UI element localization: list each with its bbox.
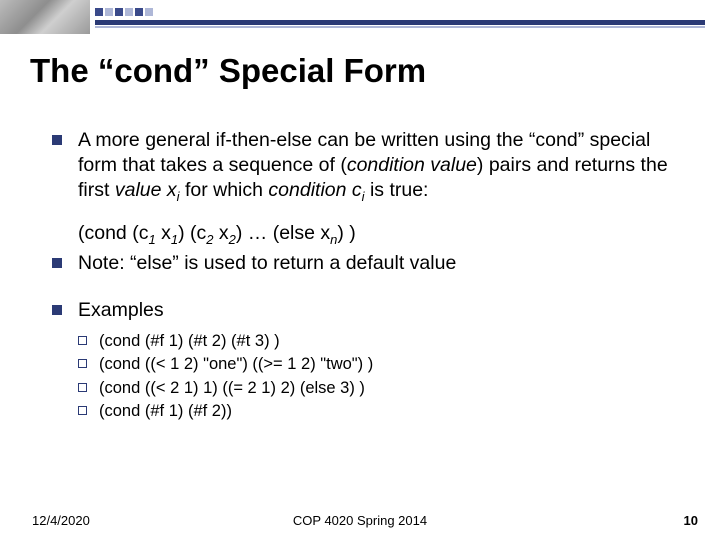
example-text: (cond ((< 1 2) "one") ((>= 1 2) "two") ) [99, 354, 373, 375]
hollow-square-bullet-icon [78, 383, 87, 392]
square-bullet-icon [52, 135, 62, 145]
bullet-text: Examples [78, 298, 164, 323]
square-bullet-icon [52, 305, 62, 315]
footer-course: COP 4020 Spring 2014 [0, 513, 720, 528]
text: ) ( [178, 222, 196, 244]
hollow-square-bullet-icon [78, 336, 87, 345]
text-italic: condition c [268, 179, 361, 201]
text-italic: x [219, 222, 229, 244]
text: ) ) [337, 222, 355, 244]
hollow-square-bullet-icon [78, 406, 87, 415]
example-text: (cond (#f 1) (#t 2) (#t 3) ) [99, 331, 280, 352]
square-bullet-icon [52, 258, 62, 268]
example-text: (cond ((< 2 1) 1) ((= 2 1) 2) (else 3) ) [99, 378, 365, 399]
example-text: (cond (#f 1) (#f 2)) [99, 401, 232, 422]
hollow-square-bullet-icon [78, 359, 87, 368]
subscript: 1 [148, 232, 155, 247]
bullet-text: Note: “else” is used to return a default… [78, 251, 456, 276]
subscript: 1 [171, 232, 178, 247]
bullet-item: Note: “else” is used to return a default… [52, 251, 672, 276]
slide-body: A more general if-then-else can be writt… [52, 128, 672, 425]
bullet-item: A more general if-then-else can be writt… [52, 128, 672, 205]
text-italic: c [139, 222, 149, 244]
header-bar-light [95, 26, 705, 28]
bullet-item: Examples [52, 298, 672, 323]
syntax-line: (cond (c1 x1) (c2 x2) … (else xn) ) [78, 221, 672, 249]
text: for which [180, 179, 269, 201]
text-italic: c [197, 222, 207, 244]
text: ) … (else [236, 222, 321, 244]
text-italic: condition value [347, 154, 477, 176]
footer-page-number: 10 [684, 513, 698, 528]
text-italic: x [320, 222, 330, 244]
header-squares [95, 8, 153, 16]
header-photo [0, 0, 90, 34]
bullet-text: A more general if-then-else can be writt… [78, 128, 672, 205]
examples-list: (cond (#f 1) (#t 2) (#t 3) ) (cond ((< 1… [78, 331, 672, 423]
text-italic: value x [115, 179, 177, 201]
text: is true: [365, 179, 429, 201]
list-item: (cond ((< 1 2) "one") ((>= 1 2) "two") ) [78, 354, 672, 375]
list-item: (cond (#f 1) (#t 2) (#t 3) ) [78, 331, 672, 352]
list-item: (cond ((< 2 1) 1) ((= 2 1) 2) (else 3) ) [78, 378, 672, 399]
header-bar-dark [95, 20, 705, 25]
slide-title: The “cond” Special Form [30, 52, 426, 90]
text-italic: x [161, 222, 171, 244]
slide-header-decoration [0, 0, 720, 38]
text: (cond ( [78, 222, 139, 244]
subscript: 2 [229, 232, 236, 247]
list-item: (cond (#f 1) (#f 2)) [78, 401, 672, 422]
